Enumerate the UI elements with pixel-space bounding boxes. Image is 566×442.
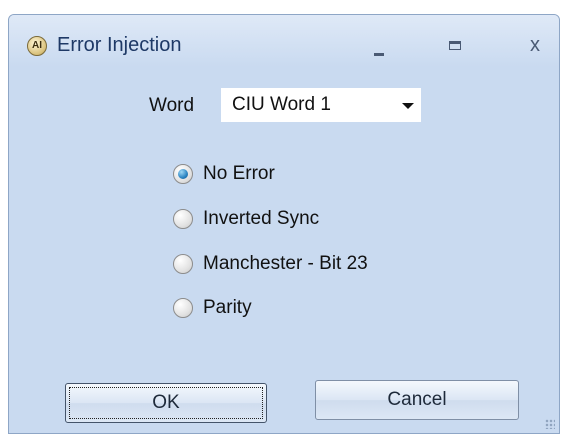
maximize-button[interactable] <box>435 31 475 59</box>
radio-label: Manchester - Bit 23 <box>203 253 368 274</box>
ok-button-label: OK <box>152 392 180 413</box>
minimize-button[interactable] <box>359 31 399 59</box>
close-button[interactable]: x <box>515 31 555 59</box>
radio-label: No Error <box>203 163 275 184</box>
word-select-value: CIU Word 1 <box>232 94 331 115</box>
title-bar[interactable]: AI Error Injection x <box>9 15 559 67</box>
word-select[interactable]: CIU Word 1 <box>221 88 421 122</box>
close-icon: x <box>530 34 540 56</box>
ok-button[interactable]: OK <box>65 383 267 423</box>
chevron-down-icon[interactable] <box>402 103 414 109</box>
error-injection-dialog: AI Error Injection x Word CIU Word 1 No … <box>8 14 560 434</box>
cancel-button[interactable]: Cancel <box>315 380 519 420</box>
maximize-icon <box>449 41 461 50</box>
radio-label: Inverted Sync <box>203 208 320 229</box>
word-label: Word <box>149 95 195 116</box>
window-title: Error Injection <box>57 34 182 56</box>
minimize-icon <box>374 53 384 56</box>
radio-button-icon[interactable] <box>173 298 193 318</box>
radio-button-icon[interactable] <box>173 254 193 274</box>
cancel-button-label: Cancel <box>387 389 447 410</box>
radio-label: Parity <box>203 297 252 318</box>
radio-button-icon[interactable] <box>173 209 193 229</box>
app-icon: AI <box>27 36 47 56</box>
resize-grip-icon[interactable] <box>545 419 555 429</box>
radio-button-icon[interactable] <box>173 164 193 184</box>
